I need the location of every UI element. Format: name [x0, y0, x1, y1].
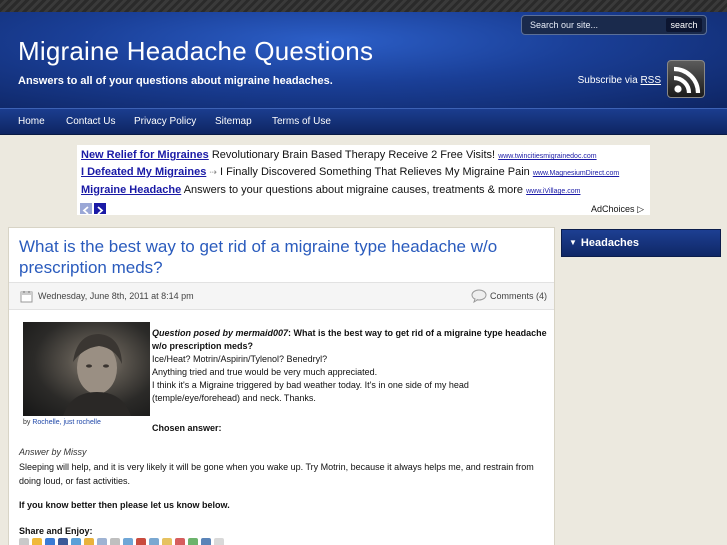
nav-sitemap[interactable]: Sitemap [215, 116, 252, 127]
adchoices-label: AdChoices [591, 204, 635, 214]
adchoices-link[interactable]: AdChoices ▷ [591, 204, 644, 215]
nav-privacy-policy[interactable]: Privacy Policy [134, 116, 196, 127]
share-title: Share and Enjoy: [19, 526, 93, 536]
post-meta: Wednesday, June 8th, 2011 at 8:14 pm Com… [9, 282, 554, 310]
post-date: Wednesday, June 8th, 2011 at 8:14 pm [38, 291, 194, 301]
ad-title-link[interactable]: I Defeated My Migraines [81, 166, 206, 178]
ad-url-link[interactable]: www.MagnesiumDirect.com [533, 170, 619, 177]
email-icon[interactable] [123, 538, 133, 545]
answer-text: Sleeping will help, and it is very likel… [19, 462, 534, 486]
ad-line: Migraine Headache Answers to your questi… [81, 184, 580, 196]
search-input[interactable] [530, 18, 640, 32]
chevron-right-icon [97, 206, 104, 215]
subscribe-text: Subscribe via RSS [578, 75, 661, 86]
linkedin-icon[interactable] [201, 538, 211, 545]
main-nav: Home Contact Us Privacy Policy Sitemap T… [0, 108, 727, 135]
sidebar-widget-headaches[interactable]: ▼ Headaches [561, 229, 721, 257]
post-title[interactable]: What is the best way to get rid of a mig… [19, 236, 539, 278]
post: What is the best way to get rid of a mig… [8, 227, 555, 545]
top-stripe [0, 0, 727, 12]
site-title[interactable]: Migraine Headache Questions [18, 36, 373, 67]
rss-icon[interactable] [667, 60, 705, 98]
google-icon[interactable] [84, 538, 94, 545]
friendfeed-icon[interactable] [175, 538, 185, 545]
photo-credit-link[interactable]: Rochelle, just rochelle [32, 419, 100, 426]
calendar-icon [20, 291, 33, 303]
sidebar-widget-title: ▼ Headaches [569, 237, 639, 249]
caret-down-icon: ▼ [569, 238, 577, 247]
ad-text: Answers to your questions about migraine… [183, 184, 524, 196]
adchoices-icon: ▷ [637, 204, 644, 214]
digg-icon[interactable] [19, 538, 29, 545]
question-line: Ice/Heat? Motrin/Aspirin/Tylenol? Benedr… [152, 354, 328, 364]
comment-bubble-icon [471, 289, 487, 303]
search-button[interactable]: search [666, 18, 702, 32]
post-photo [23, 322, 150, 416]
search-form: search [521, 15, 707, 35]
myspace-icon[interactable] [110, 538, 120, 545]
question-heading: Question posed by mermaid007: What is th… [152, 327, 547, 353]
ad-text: I Finally Discovered Something That Reli… [220, 166, 530, 178]
photo-caption-prefix: by [23, 419, 31, 426]
ad-text: Revolutionary Brain Based Therapy Receiv… [211, 149, 496, 161]
nav-contact-us[interactable]: Contact Us [66, 116, 115, 127]
subscribe-prefix: Subscribe via [577, 75, 638, 86]
delicious-icon[interactable] [45, 538, 55, 545]
bookmark-icon[interactable] [214, 538, 224, 545]
site-header: search Migraine Headache Questions Answe… [0, 12, 727, 108]
ad-title-link[interactable]: New Relief for Migraines [81, 149, 209, 161]
ad-block: New Relief for Migraines Revolutionary B… [77, 145, 650, 215]
ad-arrow-icon: ⇢ [209, 167, 217, 177]
chosen-answer-label: Chosen answer: [152, 423, 222, 433]
print-icon[interactable] [136, 538, 146, 545]
facebook-icon[interactable] [58, 538, 68, 545]
nav-home[interactable]: Home [18, 116, 45, 127]
mixx-icon[interactable] [188, 538, 198, 545]
ad-url-link[interactable]: www.iVillage.com [526, 188, 580, 195]
comments-link[interactable]: Comments (4) [490, 291, 547, 301]
rss-link[interactable]: RSS [640, 75, 661, 86]
technorati-icon[interactable] [97, 538, 107, 545]
question-line: Anything tried and true would be very mu… [152, 367, 378, 377]
question-block: Question posed by mermaid007: What is th… [152, 327, 547, 405]
reddit-icon[interactable] [32, 538, 42, 545]
call-to-action: If you know better then please let us kn… [19, 500, 230, 510]
ad-line: I Defeated My Migraines ⇢ I Finally Disc… [81, 166, 619, 178]
ad-line: New Relief for Migraines Revolutionary B… [81, 149, 597, 161]
ad-url-link[interactable]: www.twincitiesmigrainedoc.com [498, 153, 596, 160]
answer-author: Answer by Missy [19, 447, 87, 457]
nav-terms-of-use[interactable]: Terms of Use [272, 116, 331, 127]
twitter-icon[interactable] [149, 538, 159, 545]
sidebar-widget-label: Headaches [580, 237, 640, 249]
question-line: I think it's a Migraine triggered by bad… [152, 380, 469, 403]
stumbleupon-icon[interactable] [71, 538, 81, 545]
photo-caption: by Rochelle, just rochelle [23, 419, 101, 426]
ad-next-button[interactable] [94, 203, 106, 215]
ad-title-link[interactable]: Migraine Headache [81, 184, 181, 196]
site-tagline: Answers to all of your questions about m… [18, 75, 333, 87]
question-intro: Question posed by mermaid007 [152, 328, 289, 338]
ad-prev-button[interactable] [80, 203, 92, 215]
yahoo-icon[interactable] [162, 538, 172, 545]
chevron-left-icon [82, 206, 89, 215]
